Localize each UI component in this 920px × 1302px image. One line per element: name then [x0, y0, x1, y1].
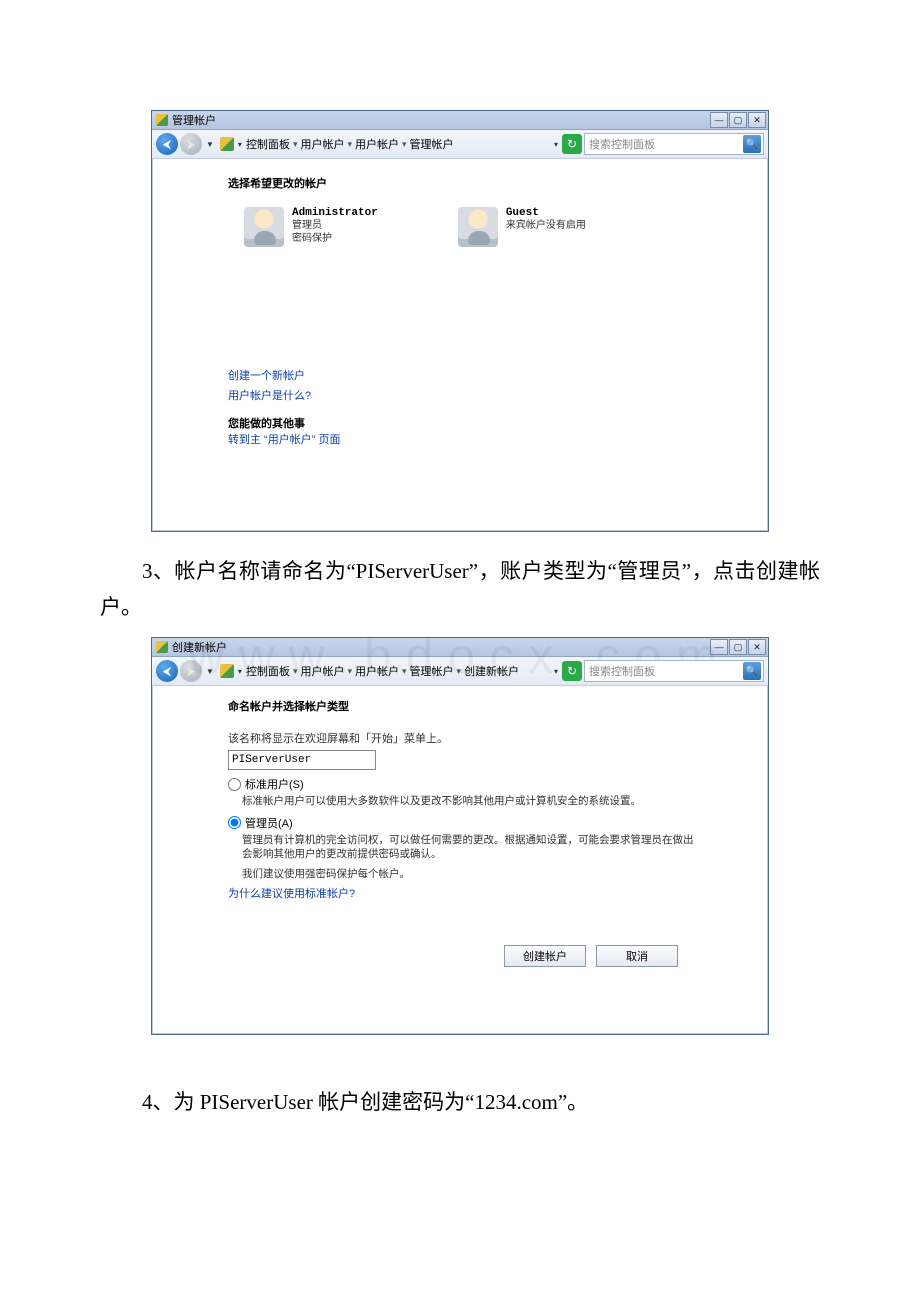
avatar-icon — [244, 207, 284, 247]
account-name: Administrator — [292, 207, 378, 219]
create-account-link[interactable]: 创建一个新帐户 — [228, 367, 748, 387]
search-placeholder: 搜索控制面板 — [589, 663, 655, 679]
manage-accounts-window: 管理帐户 — ▢ ✕ ⮜ ⮞ ▼ ▾ 控制面板▾ 用户帐户▾ 用户帐户▾ 管理帐… — [151, 110, 769, 532]
titlebar: 创建新帐户 — ▢ ✕ — [152, 638, 768, 657]
cancel-button[interactable]: 取消 — [596, 945, 678, 967]
minimize-button[interactable]: — — [710, 112, 728, 128]
breadcrumb-item[interactable]: 控制面板 — [246, 136, 290, 152]
breadcrumb-item[interactable]: 用户帐户 — [300, 136, 344, 152]
app-icon — [156, 641, 168, 653]
search-placeholder: 搜索控制面板 — [589, 136, 655, 152]
forward-button: ⮞ — [180, 660, 202, 682]
window-title: 管理帐户 — [172, 112, 216, 128]
close-button[interactable]: ✕ — [748, 112, 766, 128]
why-standard-link[interactable]: 为什么建议使用标准帐户? — [228, 885, 748, 905]
account-name-input[interactable] — [228, 750, 376, 770]
navbar: ⮜ ⮞ ▼ ▾ 控制面板▾ 用户帐户▾ 用户帐户▾ 管理帐户▾ 创建新帐户 ▾ … — [152, 657, 768, 686]
refresh-button[interactable]: ↻ — [562, 661, 582, 681]
other-heading: 您能做的其他事 — [228, 415, 748, 431]
administrator-label: 管理员(A) — [245, 815, 293, 831]
back-button[interactable]: ⮜ — [156, 660, 178, 682]
address-dropdown-icon[interactable]: ▾ — [236, 667, 244, 676]
history-dropdown-icon[interactable]: ▼ — [204, 140, 216, 149]
app-icon — [156, 114, 168, 126]
address-icon — [220, 137, 234, 151]
breadcrumb-item[interactable]: 创建新帐户 — [464, 663, 519, 679]
breadcrumb-item[interactable]: 管理帐户 — [410, 136, 454, 152]
administrator-desc: 管理员有计算机的完全访问权，可以做任何需要的更改。根据通知设置，可能会要求管理员… — [242, 833, 702, 861]
close-button[interactable]: ✕ — [748, 639, 766, 655]
page-heading: 命名帐户并选择帐户类型 — [228, 698, 748, 714]
back-button[interactable]: ⮜ — [156, 133, 178, 155]
avatar-icon — [458, 207, 498, 247]
breadcrumb-item[interactable]: 控制面板 — [246, 663, 290, 679]
instruction-3-text: 3、帐户名称请命名为“PIServerUser”，账户类型为“管理员”，点击创建… — [100, 554, 820, 625]
search-input[interactable]: 搜索控制面板 🔍 — [584, 660, 764, 682]
breadcrumb-dropdown-icon[interactable]: ▾ — [552, 667, 560, 676]
window-title: 创建新帐户 — [172, 639, 227, 655]
instruction-4-text: 4、为 PIServerUser 帐户创建密码为“1234.com”。 — [100, 1085, 820, 1121]
account-name: Guest — [506, 207, 586, 219]
search-icon[interactable]: 🔍 — [743, 662, 761, 680]
breadcrumb-dropdown-icon[interactable]: ▾ — [552, 140, 560, 149]
maximize-button[interactable]: ▢ — [729, 639, 747, 655]
breadcrumb[interactable]: 控制面板▾ 用户帐户▾ 用户帐户▾ 管理帐户 — [246, 136, 550, 152]
refresh-button[interactable]: ↻ — [562, 134, 582, 154]
breadcrumb[interactable]: 控制面板▾ 用户帐户▾ 用户帐户▾ 管理帐户▾ 创建新帐户 — [246, 663, 550, 679]
page-heading: 选择希望更改的帐户 — [228, 175, 748, 191]
account-role: 管理员 — [292, 219, 378, 232]
form-description: 该名称将显示在欢迎屏幕和「开始」菜单上。 — [228, 730, 748, 746]
goto-main-accounts-link[interactable]: 转到主 “用户帐户” 页面 — [228, 431, 748, 451]
account-status: 来宾帐户没有启用 — [506, 219, 586, 232]
password-recommendation: 我们建议使用强密码保护每个帐户。 — [242, 867, 702, 881]
what-is-account-link[interactable]: 用户帐户是什么? — [228, 387, 748, 407]
standard-user-radio[interactable] — [228, 778, 241, 791]
maximize-button[interactable]: ▢ — [729, 112, 747, 128]
search-input[interactable]: 搜索控制面板 🔍 — [584, 133, 764, 155]
navbar: ⮜ ⮞ ▼ ▾ 控制面板▾ 用户帐户▾ 用户帐户▾ 管理帐户 ▾ ↻ 搜索控制面… — [152, 130, 768, 159]
breadcrumb-item[interactable]: 用户帐户 — [355, 136, 399, 152]
account-tile-administrator[interactable]: Administrator 管理员 密码保护 — [244, 207, 378, 247]
address-dropdown-icon[interactable]: ▾ — [236, 140, 244, 149]
search-icon[interactable]: 🔍 — [743, 135, 761, 153]
titlebar: 管理帐户 — ▢ ✕ — [152, 111, 768, 130]
create-account-button[interactable]: 创建帐户 — [504, 945, 586, 967]
breadcrumb-item[interactable]: 管理帐户 — [410, 663, 454, 679]
address-icon — [220, 664, 234, 678]
forward-button: ⮞ — [180, 133, 202, 155]
standard-user-desc: 标准帐户用户可以使用大多数软件以及更改不影响其他用户或计算机安全的系统设置。 — [242, 794, 702, 808]
history-dropdown-icon[interactable]: ▼ — [204, 667, 216, 676]
breadcrumb-item[interactable]: 用户帐户 — [300, 663, 344, 679]
breadcrumb-item[interactable]: 用户帐户 — [355, 663, 399, 679]
administrator-radio[interactable] — [228, 816, 241, 829]
minimize-button[interactable]: — — [710, 639, 728, 655]
account-password-status: 密码保护 — [292, 232, 378, 245]
standard-user-label: 标准用户(S) — [245, 776, 304, 792]
create-account-window: 创建新帐户 — ▢ ✕ ⮜ ⮞ ▼ ▾ 控制面板▾ 用户帐户▾ 用户帐户▾ 管 — [151, 637, 769, 1035]
window-content: 命名帐户并选择帐户类型 该名称将显示在欢迎屏幕和「开始」菜单上。 标准用户(S)… — [152, 686, 768, 1034]
account-tile-guest[interactable]: Guest 来宾帐户没有启用 — [458, 207, 586, 247]
window-content: 选择希望更改的帐户 Administrator 管理员 密码保护 Guest 来… — [152, 159, 768, 531]
